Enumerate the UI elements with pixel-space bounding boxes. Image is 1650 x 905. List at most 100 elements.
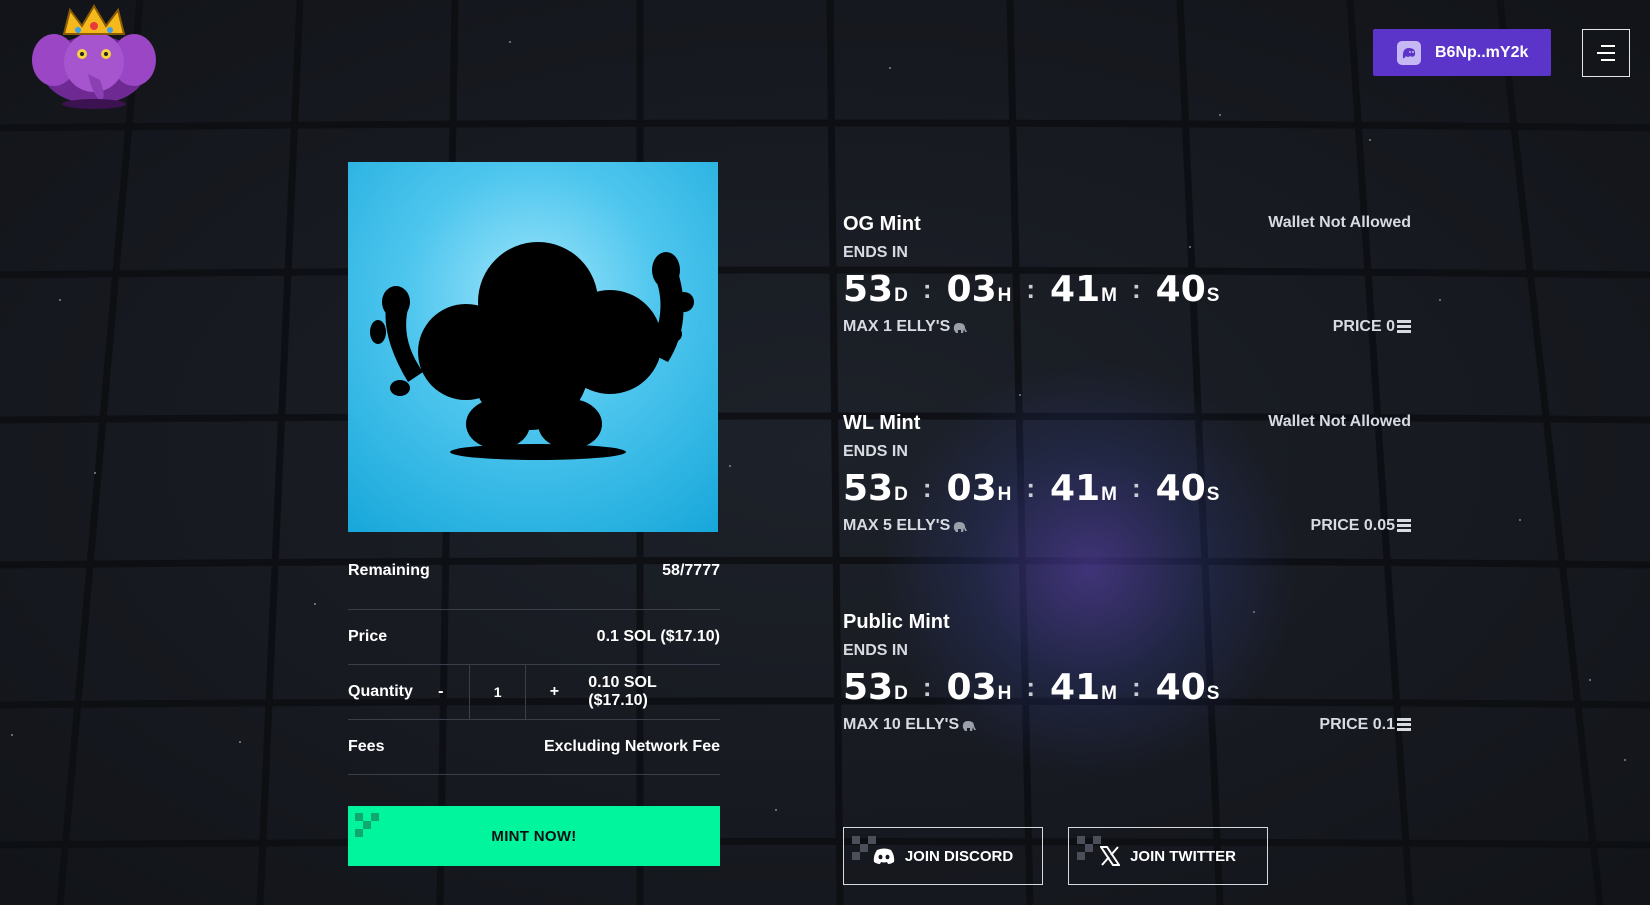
fees-label: Fees bbox=[348, 738, 385, 755]
pixel-corner-icon bbox=[1077, 836, 1101, 860]
join-twitter-button[interactable]: JOIN TWITTER bbox=[1068, 827, 1268, 885]
countdown-seconds: 40 bbox=[1155, 468, 1206, 509]
countdown-days: 53 bbox=[843, 667, 894, 708]
menu-button[interactable] bbox=[1582, 29, 1630, 77]
mint-now-button[interactable]: MINT NOW! bbox=[348, 806, 720, 866]
hours-unit: H bbox=[997, 484, 1012, 505]
countdown-minutes: 41 bbox=[1050, 667, 1101, 708]
seconds-unit: S bbox=[1206, 484, 1220, 505]
countdown-separator: : bbox=[1131, 473, 1141, 503]
countdown-separator: : bbox=[1026, 473, 1036, 503]
remaining-row: Remaining 58/7777 bbox=[348, 560, 720, 610]
days-unit: D bbox=[894, 484, 908, 505]
phase-status: Wallet Not Allowed bbox=[1268, 214, 1411, 231]
phase-title: Public Mint bbox=[843, 611, 950, 633]
countdown-separator: : bbox=[1026, 672, 1036, 702]
countdown-separator: : bbox=[922, 672, 932, 702]
pixel-corner-icon bbox=[355, 813, 379, 837]
quantity-label: Quantity bbox=[348, 683, 413, 700]
minutes-unit: M bbox=[1101, 285, 1117, 306]
join-discord-label: JOIN DISCORD bbox=[904, 847, 1014, 865]
quantity-value[interactable]: 1 bbox=[468, 664, 527, 720]
remaining-value: 58/7777 bbox=[662, 562, 720, 579]
quantity-row: Quantity - 1 + 0.10 SOL ($17.10) bbox=[348, 664, 720, 720]
x-twitter-icon bbox=[1100, 846, 1121, 866]
countdown-seconds: 40 bbox=[1155, 269, 1206, 310]
countdown-timer: 53 D : 03 H : 41 M : 40 S bbox=[843, 270, 1411, 310]
max-per-wallet: MAX 1 ELLY'S bbox=[843, 318, 968, 336]
join-twitter-label: JOIN TWITTER bbox=[1130, 847, 1236, 865]
phase-price: PRICE 0 bbox=[1333, 318, 1411, 336]
nft-preview-image bbox=[348, 162, 718, 532]
quantity-decrement-button[interactable]: - bbox=[413, 665, 469, 720]
countdown-timer: 53 D : 03 H : 41 M : 40 S bbox=[843, 469, 1411, 509]
header: B6Np..mY2k bbox=[0, 0, 1650, 120]
discord-icon bbox=[873, 848, 895, 865]
countdown-minutes: 41 bbox=[1050, 269, 1101, 310]
social-links: JOIN DISCORD JOIN TWITTER bbox=[843, 827, 1268, 885]
hamburger-menu-icon bbox=[1597, 45, 1615, 61]
max-per-wallet-text: MAX 1 ELLY'S bbox=[843, 318, 951, 335]
price-label: Price bbox=[348, 628, 388, 645]
max-per-wallet: MAX 10 ELLY'S bbox=[843, 716, 977, 734]
logo[interactable] bbox=[30, 4, 158, 110]
ends-in-label: ENDS IN bbox=[843, 244, 908, 261]
wallet-address: B6Np..mY2k bbox=[1435, 43, 1529, 61]
elephant-icon bbox=[954, 522, 968, 532]
countdown-separator: : bbox=[922, 473, 932, 503]
phase-price-text: PRICE 0.1 bbox=[1319, 716, 1395, 733]
countdown-hours: 03 bbox=[946, 468, 997, 509]
countdown-hours: 03 bbox=[946, 269, 997, 310]
countdown-days: 53 bbox=[843, 468, 894, 509]
phase-price: PRICE 0.05 bbox=[1311, 517, 1411, 535]
countdown-minutes: 41 bbox=[1050, 468, 1101, 509]
countdown-separator: : bbox=[922, 274, 932, 304]
elephant-icon bbox=[962, 721, 977, 731]
quantity-total: 0.10 SOL ($17.10) bbox=[588, 674, 657, 709]
days-unit: D bbox=[894, 683, 908, 704]
mint-info-table: Remaining 58/7777 Price 0.1 SOL ($17.10)… bbox=[348, 560, 720, 775]
elephant-silhouette-icon bbox=[370, 242, 694, 460]
fees-row: Fees Excluding Network Fee bbox=[348, 720, 720, 775]
phase-wl-mint: WL Mint Wallet Not Allowed ENDS IN 53 D :… bbox=[843, 411, 1411, 610]
countdown-separator: : bbox=[1131, 274, 1141, 304]
seconds-unit: S bbox=[1206, 285, 1220, 306]
phase-price-text: PRICE 0 bbox=[1332, 318, 1395, 335]
countdown-hours: 03 bbox=[946, 667, 997, 708]
phase-price-text: PRICE 0.05 bbox=[1310, 517, 1395, 534]
hours-unit: H bbox=[997, 285, 1012, 306]
max-per-wallet: MAX 5 ELLY'S bbox=[843, 517, 968, 535]
join-discord-button[interactable]: JOIN DISCORD bbox=[843, 827, 1043, 885]
phase-details: MAX 10 ELLY'S PRICE 0.1 bbox=[843, 716, 1411, 734]
phase-status: Wallet Not Allowed bbox=[1268, 413, 1411, 430]
wallet-button[interactable]: B6Np..mY2k bbox=[1373, 29, 1551, 76]
pixel-corner-icon bbox=[852, 836, 876, 860]
mint-card: Remaining 58/7777 Price 0.1 SOL ($17.10)… bbox=[348, 162, 720, 866]
minutes-unit: M bbox=[1101, 683, 1117, 704]
days-unit: D bbox=[894, 285, 908, 306]
price-value: 0.1 SOL ($17.10) bbox=[596, 628, 720, 645]
countdown-days: 53 bbox=[843, 269, 894, 310]
countdown-separator: : bbox=[1026, 274, 1036, 304]
quantity-increment-button[interactable]: + bbox=[526, 665, 582, 720]
phase-details: MAX 5 ELLY'S PRICE 0.05 bbox=[843, 517, 1411, 535]
hours-unit: H bbox=[997, 683, 1012, 704]
minutes-unit: M bbox=[1101, 484, 1117, 505]
price-row: Price 0.1 SOL ($17.10) bbox=[348, 610, 720, 665]
mint-phases: OG Mint Wallet Not Allowed ENDS IN 53 D :… bbox=[843, 212, 1411, 809]
mint-now-label: MINT NOW! bbox=[491, 827, 577, 845]
ends-in-label: ENDS IN bbox=[843, 443, 908, 460]
sol-coin-icon bbox=[1397, 320, 1411, 333]
max-per-wallet-text: MAX 5 ELLY'S bbox=[843, 517, 951, 534]
phase-details: MAX 1 ELLY'S PRICE 0 bbox=[843, 318, 1411, 336]
max-per-wallet-text: MAX 10 ELLY'S bbox=[843, 716, 960, 733]
ghost-wallet-icon bbox=[1397, 40, 1421, 65]
phase-public-mint: Public Mint ENDS IN 53 D : 03 H : 41 M : 40… bbox=[843, 610, 1411, 809]
elephant-king-logo-icon bbox=[32, 4, 156, 109]
elephant-icon bbox=[954, 323, 968, 333]
sol-coin-icon bbox=[1397, 519, 1411, 532]
countdown-separator: : bbox=[1131, 672, 1141, 702]
countdown-timer: 53 D : 03 H : 41 M : 40 S bbox=[843, 668, 1411, 708]
remaining-label: Remaining bbox=[348, 562, 430, 579]
sol-coin-icon bbox=[1397, 718, 1411, 731]
